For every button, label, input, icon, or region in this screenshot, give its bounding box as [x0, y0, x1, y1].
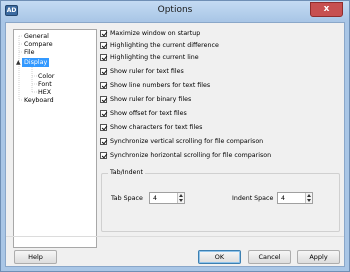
- ok-button[interactable]: OK: [198, 250, 241, 264]
- spin-up-icon[interactable]: [307, 194, 311, 197]
- spin-up-icon[interactable]: [179, 194, 183, 197]
- window-title: Options: [157, 5, 193, 15]
- checkbox-checked-icon[interactable]: [100, 53, 107, 61]
- option-label: Show ruler for binary files: [110, 95, 192, 103]
- option-characters-text[interactable]: Show characters for text files: [100, 122, 202, 132]
- checkbox-checked-icon[interactable]: [100, 95, 107, 103]
- tab-indent-group: Tab/Indent Tab Space 4 Indent Space 4: [101, 169, 340, 232]
- option-label: Show characters for text files: [110, 123, 203, 131]
- option-offset-text[interactable]: Show offset for text files: [100, 108, 187, 118]
- close-button[interactable]: x: [310, 2, 343, 17]
- separator: [6, 236, 344, 237]
- spin-down-icon[interactable]: [179, 199, 183, 202]
- spinner-buttons[interactable]: [177, 193, 184, 203]
- tab-space-value[interactable]: 4: [153, 194, 157, 203]
- tree-item-display[interactable]: Display: [22, 58, 50, 67]
- option-label: Show line numbers for text files: [110, 81, 211, 89]
- option-ruler-text[interactable]: Show ruler for text files: [100, 66, 184, 76]
- help-button[interactable]: Help: [14, 250, 57, 264]
- indent-space-value[interactable]: 4: [281, 194, 285, 203]
- spin-down-icon[interactable]: [307, 199, 311, 202]
- option-highlight-line[interactable]: Highlighting the current line: [100, 52, 199, 62]
- option-highlight-difference[interactable]: Highlighting the current difference: [100, 40, 219, 50]
- checkbox-checked-icon[interactable]: [100, 123, 107, 131]
- tree-item-file[interactable]: File: [24, 48, 35, 57]
- dialog-body: General Compare File ▲ Display Color Fon…: [5, 22, 345, 267]
- indent-space-label: Indent Space: [232, 195, 274, 202]
- checkbox-checked-icon[interactable]: [100, 109, 107, 117]
- option-sync-horizontal[interactable]: Synchronize horizontal scrolling for fil…: [100, 150, 271, 160]
- checkbox-checked-icon[interactable]: [100, 41, 107, 49]
- tab-space-spinner[interactable]: 4: [149, 192, 185, 204]
- option-label: Show ruler for text files: [110, 67, 184, 75]
- options-dialog: AD Options x General Compare File ▲ Disp…: [0, 0, 350, 272]
- title-bar[interactable]: AD Options x: [1, 1, 349, 21]
- option-label: Synchronize horizontal scrolling for fil…: [110, 151, 272, 159]
- cancel-button[interactable]: Cancel: [248, 250, 291, 264]
- option-label: Synchronize vertical scrolling for file …: [110, 137, 264, 145]
- tab-space-label: Tab Space: [111, 195, 143, 202]
- option-label: Highlighting the current difference: [110, 41, 219, 49]
- category-tree[interactable]: General Compare File ▲ Display Color Fon…: [13, 29, 97, 248]
- option-maximize-window[interactable]: Maximize window on startup: [100, 28, 200, 38]
- option-label: Show offset for text files: [110, 109, 187, 117]
- checkbox-checked-icon[interactable]: [100, 67, 107, 75]
- spinner-buttons[interactable]: [305, 193, 312, 203]
- option-line-numbers[interactable]: Show line numbers for text files: [100, 80, 210, 90]
- option-ruler-binary[interactable]: Show ruler for binary files: [100, 94, 191, 104]
- checkbox-checked-icon[interactable]: [100, 151, 107, 159]
- checkbox-checked-icon[interactable]: [100, 137, 107, 145]
- group-title: Tab/Indent: [108, 169, 145, 176]
- option-label: Maximize window on startup: [110, 29, 201, 37]
- apply-button[interactable]: Apply: [297, 250, 340, 264]
- checkbox-checked-icon[interactable]: [100, 29, 107, 37]
- tree-item-keyboard[interactable]: Keyboard: [24, 96, 54, 105]
- indent-space-spinner[interactable]: 4: [277, 192, 313, 204]
- option-label: Highlighting the current line: [110, 53, 199, 61]
- option-sync-vertical[interactable]: Synchronize vertical scrolling for file …: [100, 136, 263, 146]
- checkbox-checked-icon[interactable]: [100, 81, 107, 89]
